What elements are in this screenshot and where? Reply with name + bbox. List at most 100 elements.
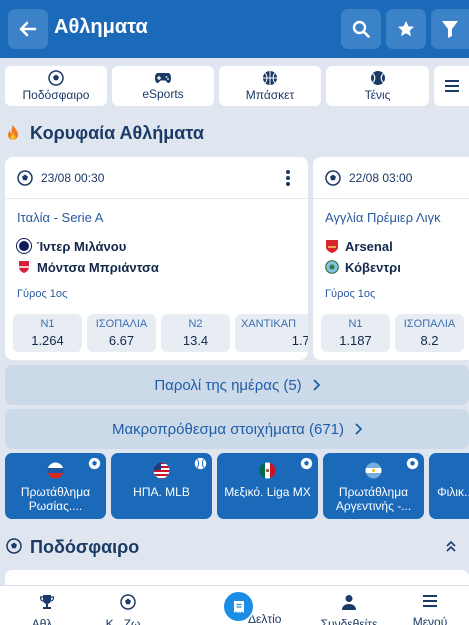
list-icon — [444, 80, 459, 92]
tab-esports[interactable]: eSports — [112, 66, 214, 106]
arrow-left-icon — [19, 21, 37, 37]
team-crest-icon — [325, 260, 339, 274]
soccer-ball-icon — [406, 457, 419, 470]
trophy-icon — [39, 595, 55, 609]
league-tile-label: Φιλικ... ομ... — [437, 485, 469, 499]
odds-button-draw[interactable]: ΙΣΟΠΑΛΙΑ 6.67 — [87, 314, 156, 352]
more-vertical-icon[interactable] — [285, 169, 291, 187]
long-term-bets-link[interactable]: Μακροπρόθεσμα στοιχήματα (671) — [5, 409, 469, 449]
team-crest-icon — [17, 239, 31, 253]
league-tile-russia[interactable]: Πρωτάθλημα Ρωσίας.... — [5, 453, 106, 519]
home-team: Ίντερ Μιλάνου — [17, 237, 126, 255]
match-round: Γύρος 1ος — [325, 288, 376, 300]
football-list-card — [5, 570, 469, 586]
back-button[interactable] — [8, 9, 48, 49]
nav-label: Κ...Ζω... — [105, 617, 151, 625]
user-icon — [342, 595, 356, 610]
top-sports-title: Κορυφαία Αθλήματα — [30, 123, 204, 143]
fire-icon — [8, 125, 18, 140]
match-league: Ιταλία - Serie A — [17, 210, 104, 225]
tab-label: Ποδόσφαιρο — [22, 88, 90, 102]
league-tile-mexico[interactable]: Μεξικό. Liga MX — [217, 453, 318, 519]
tab-label: Μπάσκετ — [245, 88, 295, 102]
match-card[interactable]: 22/08 03:00 Αγγλία Πρέμιερ Λιγκ Arsenal … — [313, 157, 469, 360]
daily-parlays-link[interactable]: Παρολί της ημέρας (5) — [5, 365, 469, 405]
collapse-chevron-icon[interactable] — [445, 540, 457, 552]
nav-menu[interactable]: Μενού — [405, 594, 455, 625]
match-card[interactable]: 23/08 00:30 Ιταλία - Serie A Ίντερ Μιλάν… — [5, 157, 308, 360]
tab-basketball[interactable]: Μπάσκετ — [219, 66, 321, 106]
soccer-ball-icon — [300, 457, 313, 470]
tab-label: Τένις — [364, 88, 391, 102]
nav-label: Μενού — [412, 615, 448, 625]
card-header: 23/08 00:30 — [5, 157, 308, 199]
nav-live[interactable]: Κ...Ζω... — [103, 594, 153, 625]
league-tile-label: ΗΠΑ. MLB — [133, 485, 190, 499]
match-datetime: 23/08 00:30 — [41, 171, 105, 185]
long-term-bets-label: Μακροπρόθεσμα στοιχήματα (671) — [111, 420, 345, 438]
odds-label: Ν2 — [188, 318, 203, 330]
more-sports-button[interactable] — [434, 66, 469, 106]
odds-value: 8.2 — [420, 333, 439, 348]
live-icon — [120, 594, 136, 610]
argentina-flag-icon — [365, 462, 382, 479]
league-tile-label: Πρωτάθλημα Αργεντινής -... — [335, 485, 412, 513]
card-header: 22/08 03:00 — [313, 157, 469, 199]
nav-label: Συνδεθείτε — [320, 617, 378, 625]
search-button[interactable] — [341, 9, 381, 49]
chevron-right-icon — [313, 379, 320, 391]
home-team-name: Ίντερ Μιλάνου — [37, 238, 127, 254]
odds-value: 6.67 — [108, 333, 135, 348]
page-title: Αθληματα — [54, 16, 148, 38]
favorites-button[interactable] — [386, 9, 426, 49]
odds-label: Ν1 — [348, 318, 363, 330]
match-round: Γύρος 1ος — [17, 288, 68, 300]
nav-sports[interactable]: Αθλ... — [22, 594, 72, 625]
nav-label: Αθλ... — [31, 617, 63, 625]
odds-value: 13.4 — [182, 333, 209, 348]
league-tile-mlb[interactable]: ΗΠΑ. MLB — [111, 453, 212, 519]
odds-label: ΙΣΟΠΑΛΙΑ — [403, 318, 456, 330]
odds-button-1[interactable]: Ν1 1.264 — [13, 314, 82, 352]
soccer-ball-icon — [17, 170, 33, 186]
daily-parlays-label: Παρολί της ημέρας (5) — [154, 376, 302, 394]
filter-icon — [442, 21, 458, 38]
odds-label: ΙΣΟΠΑΛΙΑ — [95, 318, 148, 330]
russia-flag-icon — [47, 462, 64, 479]
tab-label: eSports — [142, 87, 184, 101]
soccer-ball-icon — [48, 70, 64, 86]
baseball-icon — [194, 457, 207, 470]
app-header: Αθληματα — [0, 0, 469, 58]
team-crest-icon — [19, 261, 29, 273]
usa-flag-icon — [153, 462, 170, 479]
basketball-icon — [263, 71, 277, 85]
league-tile-label: Πρωτάθλημα Ρωσίας.... — [20, 485, 91, 513]
odds-label: ΧΑΝΤΙΚΑΠ — [241, 318, 297, 330]
odds-value: 1.78 — [291, 333, 308, 348]
away-team: Κόβεντρι — [325, 258, 401, 276]
tennis-ball-icon — [370, 71, 385, 85]
league-tile-friendlies[interactable]: Φιλικ... ομ... — [429, 453, 469, 519]
league-tile-label: Μεξικό. Liga MX — [224, 485, 311, 499]
tab-football[interactable]: Ποδόσφαιρο — [5, 66, 107, 106]
odds-value: 1.264 — [31, 333, 64, 348]
chevron-right-icon — [355, 423, 363, 435]
filter-button[interactable] — [431, 9, 469, 49]
home-team: Arsenal — [325, 237, 393, 255]
odds-button-2[interactable]: Ν2 13.4 — [161, 314, 230, 352]
soccer-ball-icon — [325, 170, 341, 186]
sport-tabs: Ποδόσφαιρο eSports Μπάσκετ Τένις — [5, 66, 469, 106]
home-team-name: Arsenal — [345, 238, 393, 254]
odds-value: 1.187 — [339, 333, 372, 348]
odds-button-handicap[interactable]: ΧΑΝΤΙΚΑΠ 1.78 — [235, 314, 308, 352]
odds-button-draw[interactable]: ΙΣΟΠΑΛΙΑ 8.2 — [395, 314, 464, 352]
away-team-name: Κόβεντρι — [345, 259, 401, 275]
betslip-button[interactable] — [222, 590, 255, 623]
nav-login[interactable]: Συνδεθείτε — [309, 594, 389, 625]
match-league: Αγγλία Πρέμιερ Λιγκ — [325, 210, 441, 225]
tab-tennis[interactable]: Τένις — [326, 66, 429, 106]
league-tile-argentina[interactable]: Πρωτάθλημα Αργεντινής -... — [323, 453, 424, 519]
odds-button-1[interactable]: Ν1 1.187 — [321, 314, 390, 352]
gamepad-icon — [155, 73, 171, 83]
away-team: Μόντσα Μπριάντσα — [17, 258, 159, 276]
